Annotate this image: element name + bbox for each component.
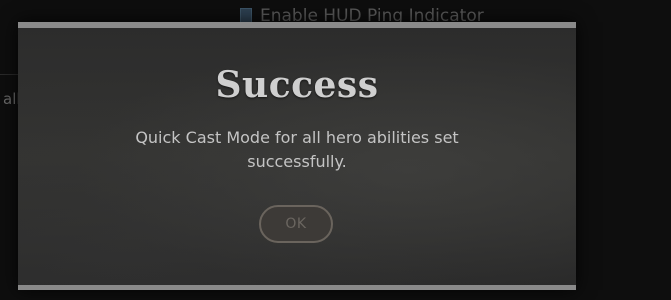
dialog-title: Success [215, 64, 379, 106]
success-dialog: Success Quick Cast Mode for all hero abi… [18, 22, 576, 290]
dialog-bottom-border [18, 285, 576, 290]
dialog-message: Quick Cast Mode for all hero abilities s… [135, 128, 459, 171]
game-screen: Enable HUD Ping Indicator all Success Qu… [0, 0, 671, 300]
background-divider [0, 74, 18, 75]
ok-button[interactable]: OK [259, 205, 333, 243]
dialog-top-border [18, 22, 576, 28]
